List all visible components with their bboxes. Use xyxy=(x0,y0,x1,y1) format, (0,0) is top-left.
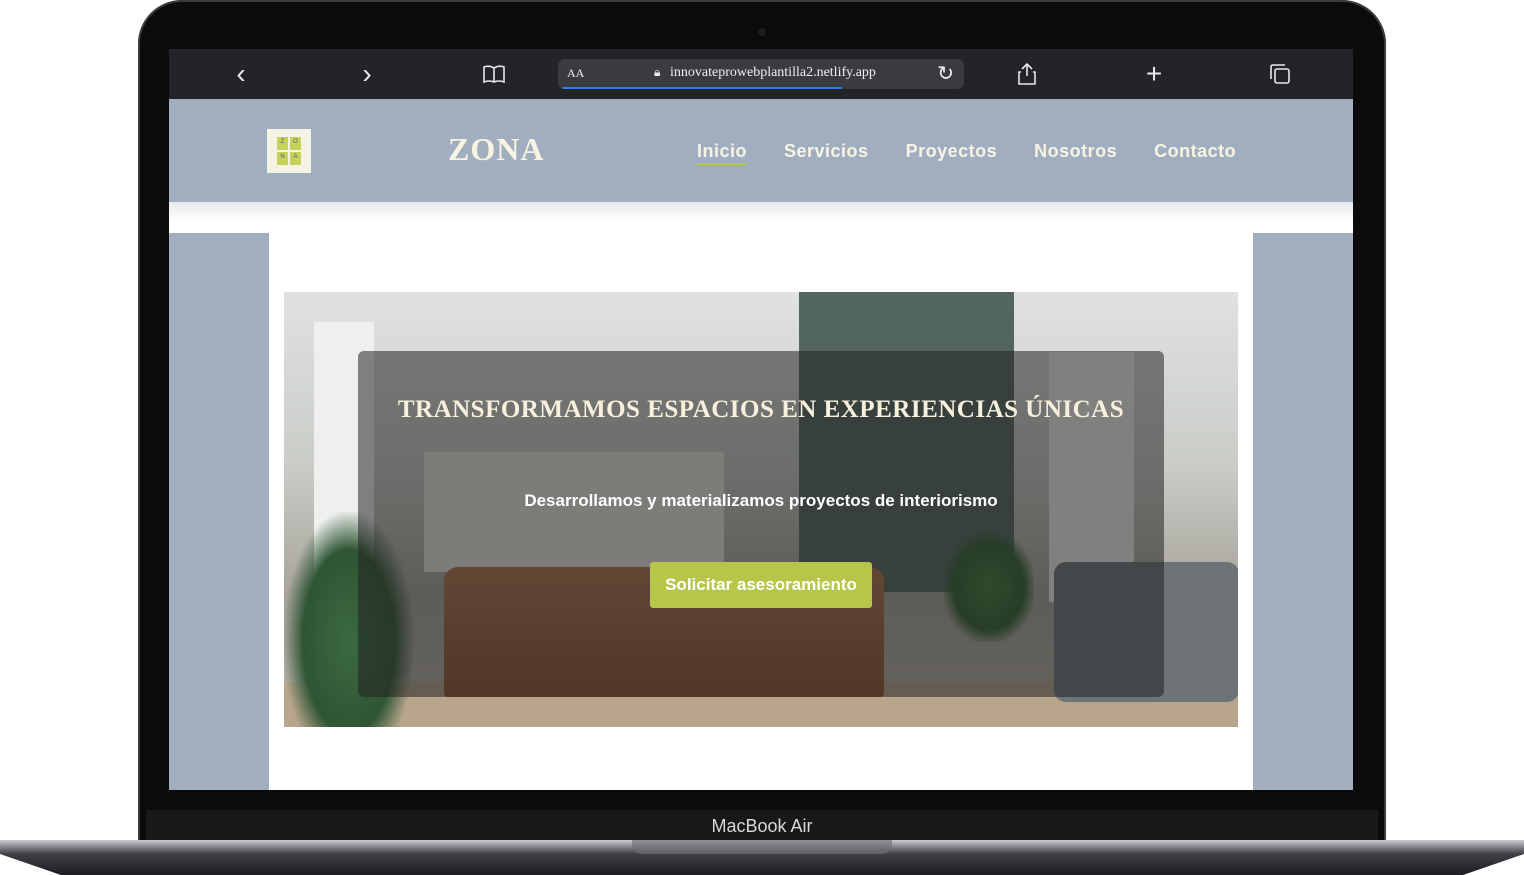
new-tab-icon[interactable]: + xyxy=(1134,49,1174,99)
logo[interactable]: Z O N A xyxy=(267,129,311,173)
logo-letter: N xyxy=(277,152,288,165)
hero-subtitle: Desarrollamos y materializamos proyectos… xyxy=(524,491,998,510)
model-label: MacBook Air xyxy=(711,816,813,836)
logo-letter: Z xyxy=(277,137,288,150)
logo-letter: O xyxy=(290,137,301,150)
screen: ‹ › AA 🔒︎ innovateprowebplantilla2.netli… xyxy=(169,49,1353,790)
page-load-progress xyxy=(562,87,842,89)
logo-letter: A xyxy=(290,152,301,165)
request-advice-button[interactable]: Solicitar asesoramiento xyxy=(650,562,872,608)
lock-icon: 🔒︎ xyxy=(654,65,661,79)
nav-link-contacto[interactable]: Contacto xyxy=(1154,141,1236,165)
back-icon[interactable]: ‹ xyxy=(221,49,261,99)
nav-link-proyectos[interactable]: Proyectos xyxy=(906,141,998,165)
forward-icon[interactable]: › xyxy=(347,49,387,99)
reload-icon[interactable]: ↻ xyxy=(937,61,954,86)
tabs-icon[interactable] xyxy=(1260,49,1300,103)
book-icon[interactable] xyxy=(474,49,514,102)
site-header: Z O N A ZONA Inicio Servicios Proyectos … xyxy=(169,99,1353,202)
nav-link-servicios[interactable]: Servicios xyxy=(784,141,869,165)
address-bar[interactable]: AA 🔒︎ innovateprowebplantilla2.netlify.a… xyxy=(558,59,964,89)
reader-text-size-button[interactable]: AA xyxy=(567,66,584,81)
hero-title: TRANSFORMAMOS ESPACIOS EN EXPERIENCIAS Ú… xyxy=(397,396,1125,423)
hero-overlay: TRANSFORMAMOS ESPACIOS EN EXPERIENCIAS Ú… xyxy=(358,351,1164,697)
hero-section: TRANSFORMAMOS ESPACIOS EN EXPERIENCIAS Ú… xyxy=(284,292,1238,727)
laptop-notch xyxy=(632,840,892,854)
url-text[interactable]: innovateprowebplantilla2.netlify.app xyxy=(670,65,876,81)
main-nav: Inicio Servicios Proyectos Nosotros Cont… xyxy=(697,141,1236,165)
share-icon[interactable] xyxy=(1007,49,1047,104)
nav-link-inicio[interactable]: Inicio xyxy=(697,141,748,165)
nav-link-nosotros[interactable]: Nosotros xyxy=(1034,141,1117,165)
header-divider xyxy=(169,202,1353,233)
brand-name[interactable]: ZONA xyxy=(448,131,544,168)
camera-icon xyxy=(758,28,766,36)
browser-toolbar: ‹ › AA 🔒︎ innovateprowebplantilla2.netli… xyxy=(169,49,1353,99)
